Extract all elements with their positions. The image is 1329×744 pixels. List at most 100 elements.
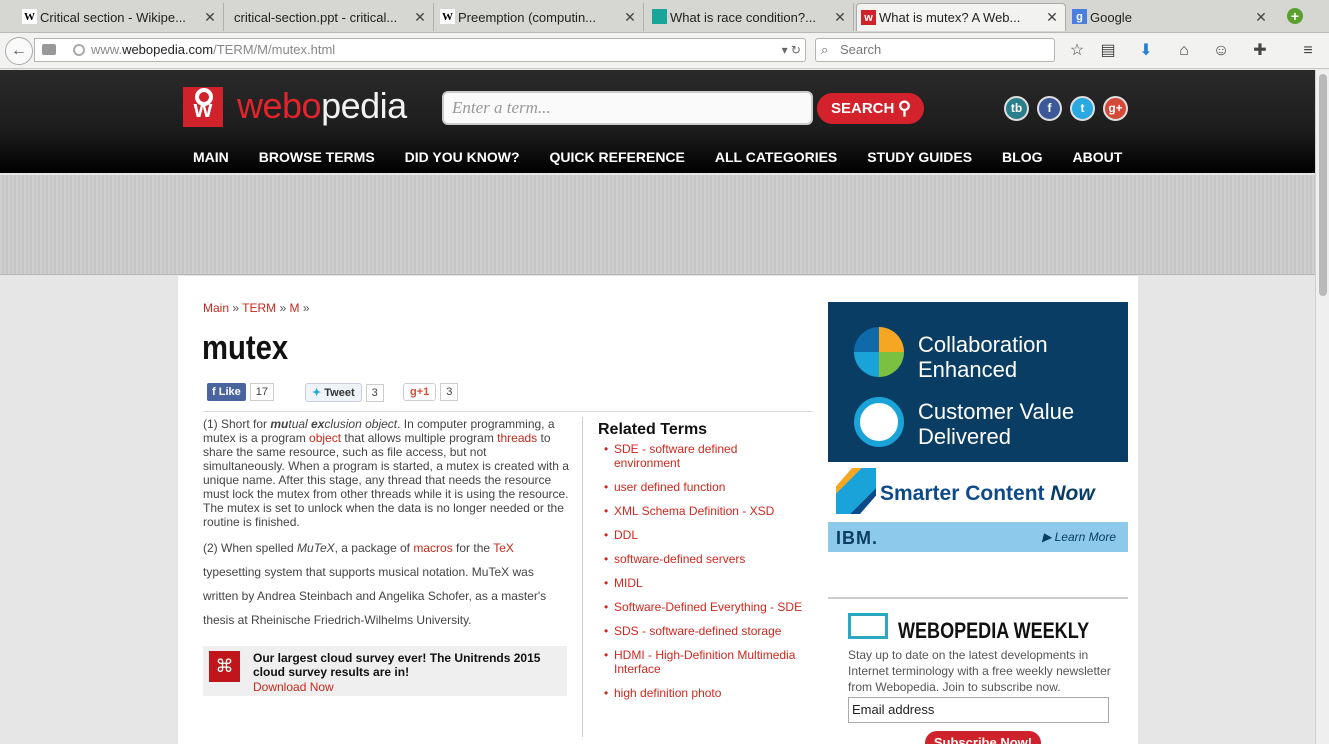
reading-list-icon[interactable]: ▤	[1098, 41, 1118, 61]
breadcrumb-term[interactable]: TERM	[242, 301, 276, 315]
search-icon: ⌕	[821, 42, 829, 57]
related-term-link[interactable]: MIDL	[604, 576, 804, 590]
nav-main[interactable]: MAIN	[193, 149, 229, 165]
page-viewport: w webopedia Enter a term... SEARCH ⚲ tb …	[0, 70, 1315, 744]
nav-all-categories[interactable]: ALL CATEGORIES	[715, 149, 837, 165]
customer-value-icon	[854, 397, 904, 447]
twitter-icon[interactable]: t	[1070, 96, 1095, 121]
related-term-link[interactable]: XML Schema Definition - XSD	[604, 504, 804, 518]
tab-preemption[interactable]: W Preemption (computin... ✕	[436, 3, 644, 31]
chat-icon[interactable]: ☺	[1211, 41, 1231, 61]
subscribe-button[interactable]: Subscribe Now!	[925, 731, 1041, 744]
tab-title: What is race condition?...	[670, 9, 816, 25]
tab-title: Critical section - Wikipe...	[40, 9, 186, 25]
scrollbar-thumb[interactable]	[1319, 74, 1327, 296]
search-icon: ⚲	[897, 98, 911, 118]
tab-google[interactable]: g Google ✕	[1068, 3, 1274, 31]
related-term-link[interactable]: DDL	[604, 528, 804, 542]
page-scrollbar[interactable]	[1315, 70, 1329, 744]
url-bar[interactable]: www.webopedia.com/TERM/M/mutex.html ▾ ↻	[34, 38, 806, 62]
related-term-link[interactable]: Software-Defined Everything - SDE	[604, 600, 804, 614]
nav-study-guides[interactable]: STUDY GUIDES	[867, 149, 972, 165]
related-term-link[interactable]: SDE - software defined environment	[604, 442, 804, 470]
related-term-link[interactable]: SDS - software-defined storage	[604, 624, 804, 638]
link-macros[interactable]: macros	[413, 541, 452, 555]
learn-more-link[interactable]: ▶ Learn More	[1042, 530, 1116, 544]
ad-now-text: Now	[1050, 482, 1095, 505]
tab-critical-section[interactable]: W Critical section - Wikipe... ✕	[18, 3, 224, 31]
googleplus-icon[interactable]: g+	[1103, 96, 1128, 121]
bookmark-star-icon[interactable]: ☆	[1067, 41, 1087, 61]
addon-icon[interactable]: ✚	[1250, 41, 1270, 61]
ad-line-2a: Customer Value	[918, 399, 1075, 424]
term-search-input[interactable]: Enter a term...	[442, 91, 813, 125]
close-icon[interactable]: ✕	[1254, 9, 1268, 26]
webopedia-logo[interactable]: w webopedia	[183, 85, 423, 131]
download-icon[interactable]: ⬇	[1136, 41, 1156, 61]
main-nav: MAIN BROWSE TERMS DID YOU KNOW? QUICK RE…	[193, 149, 1152, 165]
ibm-ad-middle[interactable]: Smarter Content Now	[828, 462, 1128, 522]
newsletter-description: Stay up to date on the latest developmen…	[848, 648, 1111, 694]
url-prefix: www.	[91, 42, 123, 57]
browser-search-input[interactable]: ⌕ Search	[815, 38, 1055, 62]
menu-icon[interactable]: ≡	[1298, 41, 1318, 61]
envelope-icon	[848, 613, 888, 639]
nav-quick-reference[interactable]: QUICK REFERENCE	[550, 149, 685, 165]
promo-text: Our largest cloud survey ever! The Unitr…	[253, 651, 541, 679]
site-header: w webopedia Enter a term... SEARCH ⚲ tb …	[0, 70, 1315, 173]
ibm-ad-top[interactable]: Collaboration Enhanced Customer Value Deli…	[828, 302, 1128, 462]
close-icon[interactable]: ✕	[1045, 9, 1059, 26]
ibm-ad-bottom[interactable]: IBM. ▶ Learn More	[828, 522, 1128, 552]
ad-line-1a: Collaboration	[918, 332, 1048, 357]
link-tex[interactable]: TeX	[493, 541, 514, 555]
link-object[interactable]: object	[309, 431, 341, 445]
close-icon[interactable]: ✕	[833, 9, 847, 26]
divider	[828, 597, 1128, 599]
back-button[interactable]: ←	[5, 37, 33, 65]
facebook-icon[interactable]: f	[1037, 96, 1062, 121]
search-button[interactable]: SEARCH ⚲	[817, 93, 924, 124]
tab-mutex[interactable]: w What is mutex? A Web... ✕	[856, 3, 1066, 31]
google-icon: g	[1072, 9, 1087, 24]
gplus-button[interactable]: g+1	[403, 383, 437, 401]
gplus-widget[interactable]: g+1 3	[403, 383, 459, 403]
like-count: 17	[249, 383, 274, 401]
promo-box: ⌘ Our largest cloud survey ever! The Uni…	[203, 646, 567, 696]
download-now-link[interactable]: Download Now	[253, 680, 334, 694]
breadcrumb-m[interactable]: M	[289, 301, 299, 315]
reload-icon[interactable]: ▾ ↻	[782, 39, 801, 61]
breadcrumb-main[interactable]: Main	[203, 301, 229, 315]
wikipedia-icon: W	[440, 9, 455, 24]
related-term-link[interactable]: software-defined servers	[604, 552, 804, 566]
facebook-like-widget[interactable]: f Like 17	[207, 383, 274, 403]
nav-did-you-know[interactable]: DID YOU KNOW?	[405, 149, 520, 165]
tweet-widget[interactable]: ✦ Tweet 3	[305, 383, 384, 403]
related-term-link[interactable]: user defined function	[604, 480, 804, 494]
email-field[interactable]: Email address	[848, 697, 1109, 723]
webopedia-icon: w	[861, 10, 876, 25]
close-icon[interactable]: ✕	[413, 9, 427, 26]
tab-race-condition[interactable]: What is race condition?... ✕	[648, 3, 854, 31]
related-term-link[interactable]: high definition photo	[604, 686, 804, 700]
nav-about[interactable]: ABOUT	[1073, 149, 1123, 165]
ibm-cube-icon	[836, 468, 876, 514]
nav-blog[interactable]: BLOG	[1002, 149, 1042, 165]
close-icon[interactable]: ✕	[203, 9, 217, 26]
tweet-count: 3	[365, 384, 384, 402]
facebook-like-button[interactable]: f Like	[207, 383, 246, 401]
tab-critical-section-ppt[interactable]: critical-section.ppt - critical... ✕	[224, 3, 434, 31]
related-terms-heading: Related Terms	[598, 421, 708, 438]
home-icon[interactable]: ⌂	[1174, 41, 1194, 61]
tab-title: Google	[1090, 9, 1132, 25]
nav-browse-terms[interactable]: BROWSE TERMS	[259, 149, 375, 165]
url-path: /TERM/M/mutex.html	[213, 42, 336, 57]
link-threads[interactable]: threads	[497, 431, 537, 445]
close-icon[interactable]: ✕	[623, 9, 637, 26]
techbytes-icon[interactable]: tb	[1004, 96, 1029, 121]
related-term-link[interactable]: HDMI - High-Definition Multimedia Interf…	[604, 648, 804, 676]
url-host: webopedia.com	[122, 42, 214, 57]
tweet-button[interactable]: ✦ Tweet	[305, 383, 362, 402]
logo-mark-icon: w	[183, 87, 223, 127]
tab-title: critical-section.ppt - critical...	[234, 9, 398, 25]
new-tab-icon[interactable]: +	[1287, 8, 1303, 24]
